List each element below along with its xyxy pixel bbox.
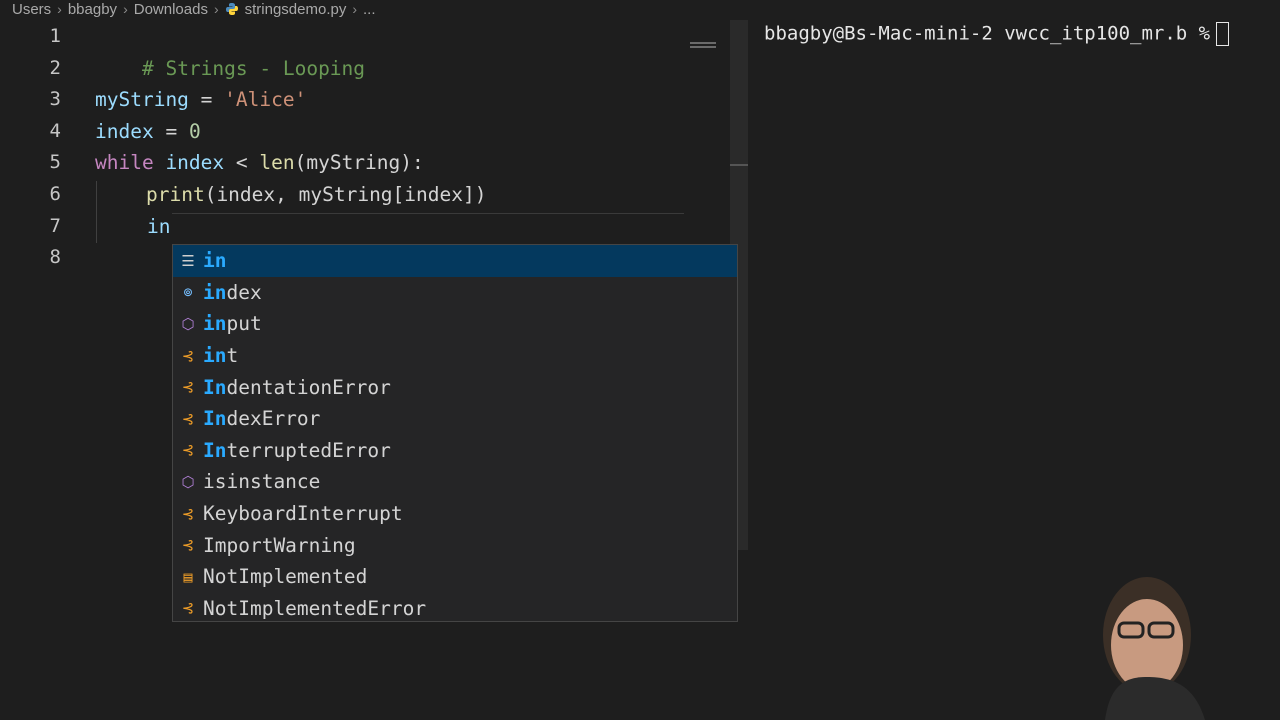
variable-token: index [95,119,154,143]
suggestion-label: NotImplemented [203,565,368,589]
suggestion-item[interactable]: ⊰ int [173,340,737,372]
operator-token: = [188,88,225,112]
code-rest-token: (index, myString[index]) [204,183,487,206]
indent-guide [96,181,97,243]
suggestion-rest: t [226,344,239,368]
suggestion-item[interactable]: ⊰ KeyboardInterrupt [173,498,737,530]
variable-token: myString [95,88,189,112]
code-line-1[interactable]: # Strings - Looping [95,21,365,80]
class-icon: ⊰ [181,409,195,428]
suggestion-label: IndexError [203,407,320,430]
suggestion-match: in [203,344,227,368]
suggestion-rest: put [226,312,262,336]
suggestion-label: ImportWarning [203,533,356,557]
suggestion-label: input [203,312,262,335]
breadcrumb-users[interactable]: Users [12,1,51,18]
suggestion-label: NotImplementedError [203,596,427,620]
operator-token: = [153,119,189,143]
suggestion-rest: terruptedError [226,438,391,462]
line-number: 3 [49,88,61,111]
typed-token: in [147,214,171,238]
chevron-right-icon: › [57,1,62,17]
code-rest-token: (myString): [294,151,424,175]
presenter-webcam-image [1103,577,1205,720]
line-number: 6 [49,183,61,205]
terminal-cursor [1216,22,1230,46]
terminal-prompt-text: bbagby@Bs-Mac-mini-2 vwcc_itp100_mr.b % [764,22,1211,45]
class-icon: ⊰ [181,346,195,365]
current-line-highlight [172,213,684,214]
suggestion-match: in [203,312,227,336]
suggestion-rest: dentationError [226,375,391,399]
suggestion-item[interactable]: ⊰ NotImplementedError [173,593,737,625]
suggestion-match: in [203,249,227,273]
suggestion-label: int [203,344,238,367]
code-line-4[interactable]: index = 0 [95,116,201,148]
keyword-icon: ☰ [181,251,195,270]
comment-token: # Strings - Looping [141,56,366,80]
suggestion-item[interactable]: ⬡ isinstance [173,466,737,498]
code-line-3[interactable]: myString = 'Alice' [95,84,306,116]
code-line-7[interactable]: in [147,211,170,243]
suggestion-label: KeyboardInterrupt [203,502,403,526]
class-icon: ⊰ [181,536,195,555]
suggestion-item[interactable]: ⊰ InterruptedError [173,435,737,467]
suggestion-match: In [203,407,227,431]
line-number: 2 [49,56,61,79]
breadcrumb-file[interactable]: stringsdemo.py [245,1,347,18]
suggestion-label: in [203,249,226,272]
suggestion-rest: dexError [226,407,321,431]
chevron-right-icon: › [213,1,219,17]
function-icon: ⬡ [181,472,195,491]
code-line-5[interactable]: while index < len(myString): [95,147,424,179]
line-number: 5 [49,151,61,174]
suggestion-label: index [203,281,262,304]
class-icon: ⊰ [181,599,195,618]
variable-icon: ⊚ [183,283,193,302]
keyword-token: while [95,151,154,175]
suggestion-label: isinstance [203,470,321,494]
suggestion-item[interactable]: ⊰ IndexError [173,403,737,435]
suggestion-match: In [203,375,227,399]
variable-token: index [153,151,236,175]
suggestion-item[interactable]: ⊰ ImportWarning [173,529,737,561]
suggestion-item[interactable]: ▤ NotImplemented [173,561,737,593]
autocomplete-suggestions[interactable]: ☰ in ⊚ index ⬡ input ⊰ int ⊰ IndentationError ⊰ Ind… [172,244,738,622]
class-icon: ⊰ [181,441,195,460]
suggestion-label: InterruptedError [203,439,391,462]
terminal-prompt: bbagby@Bs-Mac-mini-2 vwcc_itp100_mr.b % [764,22,1230,46]
suggestion-item[interactable]: ⊚ index [173,277,737,309]
line-number: 8 [49,246,61,269]
function-token: print [146,183,205,206]
suggestion-rest: dex [226,280,262,304]
suggestion-item[interactable]: ⊰ IndentationError [173,371,737,403]
breadcrumb: Users › bbagby › Downloads › stringsdemo… [0,0,730,18]
python-file-icon [225,3,238,15]
number-token: 0 [188,119,201,143]
suggestion-match: In [203,438,227,462]
scrollbar-marker [730,164,748,166]
suggestion-match: in [203,280,227,304]
line-number: 4 [49,119,61,142]
line-number: 1 [49,25,61,47]
class-icon: ⊰ [181,378,195,397]
operator-token: < [235,151,260,175]
function-token: len [259,151,295,175]
code-line-6[interactable]: print(index, myString[index]) [146,179,486,211]
suggestion-item[interactable]: ☰ in [173,245,737,277]
suggestion-item[interactable]: ⬡ input [173,308,737,340]
string-token: 'Alice' [224,88,307,112]
chevron-right-icon: › [123,1,128,17]
minimap[interactable] [690,42,716,50]
suggestion-label: IndentationError [203,376,391,399]
breadcrumb-more[interactable]: ... [363,1,376,18]
chevron-right-icon: › [352,1,358,17]
function-icon: ⬡ [181,314,195,333]
class-icon: ⊰ [181,504,195,523]
breadcrumb-downloads[interactable]: Downloads [134,1,208,18]
breadcrumb-bbagby[interactable]: bbagby [68,1,117,18]
line-number: 7 [49,214,61,237]
constant-icon: ▤ [183,567,193,586]
